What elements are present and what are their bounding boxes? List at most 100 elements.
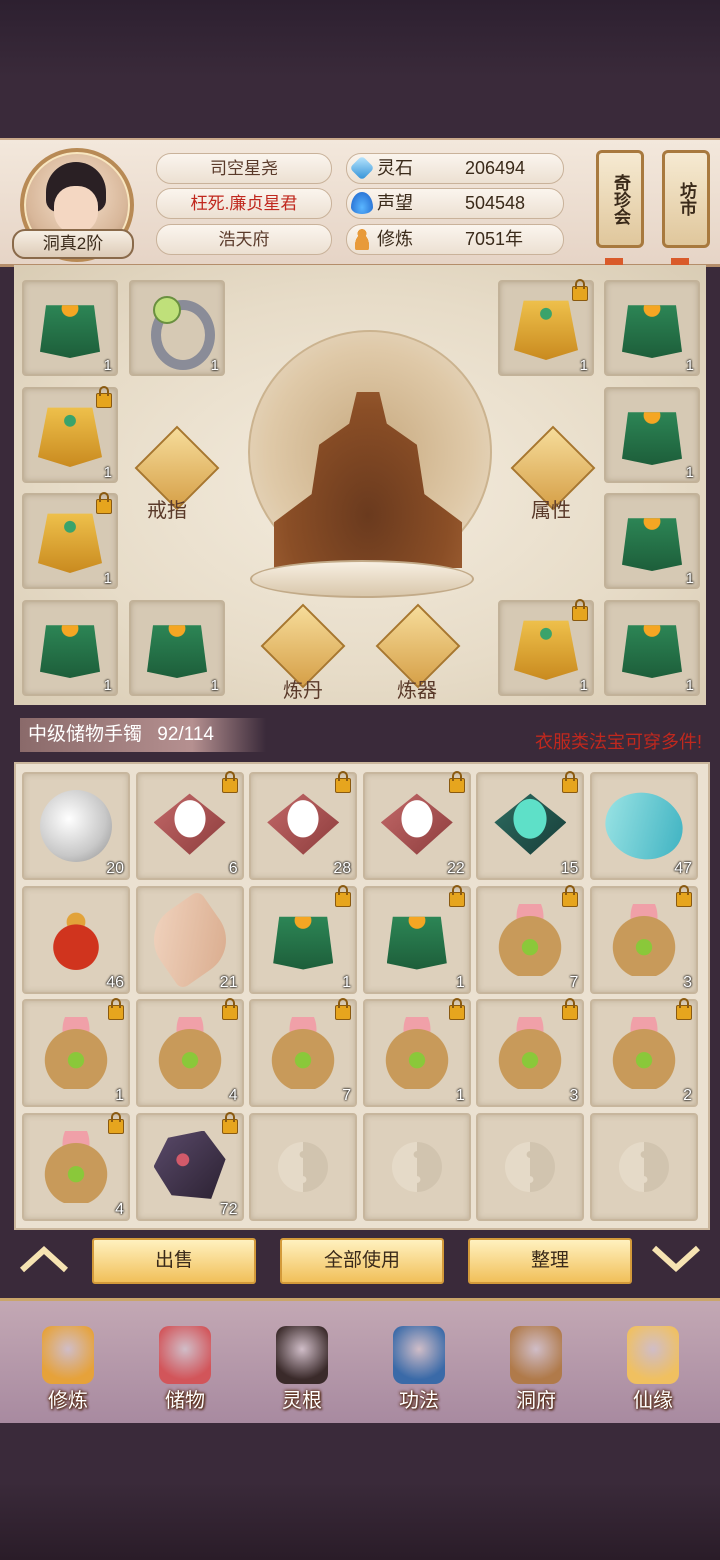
player-residence[interactable]: 浩天府: [156, 224, 332, 255]
item-quantity: 1: [210, 357, 219, 374]
bag-slot[interactable]: 15: [476, 771, 585, 880]
bag-slot[interactable]: 3: [476, 998, 585, 1107]
rice-pile-icon: [380, 793, 453, 855]
bag-slot[interactable]: 4: [135, 998, 244, 1107]
cultivate-icon: [42, 1326, 94, 1384]
item-quantity: 20: [106, 860, 124, 877]
bag-slot[interactable]: 7: [476, 884, 585, 994]
bag-slot[interactable]: 20: [22, 772, 130, 880]
nav-immortal-fate[interactable]: 仙缘: [605, 1320, 701, 1416]
bag-slot[interactable]: 22: [362, 771, 471, 880]
herb-sack-icon: [608, 903, 680, 976]
item-quantity: 21: [219, 973, 238, 991]
nav-storage-bag[interactable]: 储物: [137, 1320, 233, 1416]
bag-slot[interactable]: [362, 1112, 471, 1221]
bag-slot[interactable]: 4: [22, 1111, 130, 1221]
bag-slot[interactable]: 72: [135, 1111, 244, 1221]
item-quantity: 1: [685, 357, 694, 374]
nav-cultivate[interactable]: 修炼: [20, 1320, 116, 1416]
bag-slot[interactable]: 21: [135, 885, 244, 994]
item-quantity: 1: [342, 973, 352, 991]
equipment-slot[interactable]: 1: [22, 386, 118, 483]
player-honor[interactable]: 枉死.廉贞星君: [156, 188, 332, 219]
bag-slot[interactable]: 1: [249, 884, 358, 994]
herb-sack-icon: [608, 1017, 680, 1089]
bag-slot[interactable]: 6: [135, 771, 244, 880]
equipment-slot[interactable]: 1: [604, 600, 700, 696]
equipment-slot[interactable]: 1: [604, 493, 700, 589]
bag-slot[interactable]: 7: [249, 998, 358, 1107]
equipment-slot[interactable]: 1: [22, 280, 118, 376]
ring-label[interactable]: 戒指: [127, 494, 207, 523]
market-button[interactable]: 坊市: [662, 150, 710, 248]
item-quantity: 1: [455, 973, 465, 991]
nav-cave-dwelling[interactable]: 洞府: [488, 1320, 584, 1416]
stat-label: 灵石: [377, 158, 413, 178]
lock-icon: [96, 492, 112, 514]
bag-slot[interactable]: 46: [22, 885, 130, 994]
item-quantity: 28: [333, 860, 352, 877]
bag-slot[interactable]: 28: [249, 771, 358, 880]
lock-icon: [676, 884, 692, 907]
item-quantity: 1: [579, 677, 588, 694]
bag-slot[interactable]: 2: [590, 998, 698, 1107]
nav-label: 修炼: [48, 1390, 88, 1412]
scroll-up-icon[interactable]: [18, 1244, 70, 1274]
gold-robe-icon: [514, 620, 578, 680]
bag-slot[interactable]: 1: [362, 884, 471, 994]
lock-icon: [572, 599, 588, 621]
bag-slot[interactable]: 1: [22, 998, 130, 1107]
green-robe-icon: [273, 916, 334, 970]
equipment-slot[interactable]: 1: [129, 280, 225, 376]
bag-slot[interactable]: 3: [590, 884, 698, 994]
bag-slot[interactable]: [590, 1112, 698, 1221]
empty-slot-yinyang-icon: [278, 1141, 329, 1192]
lock-icon: [448, 771, 465, 793]
green-robe-icon: [40, 305, 100, 358]
bag-slot[interactable]: 47: [590, 772, 698, 880]
equipment-slot[interactable]: 1: [22, 492, 118, 589]
use-all-button[interactable]: 全部使用: [280, 1238, 444, 1284]
nav-technique-book[interactable]: 功法: [371, 1320, 467, 1416]
attribute-label[interactable]: 属性: [511, 494, 591, 523]
forge-label[interactable]: 炼器: [377, 674, 457, 703]
rice-pile-icon: [267, 793, 340, 855]
lock-icon: [562, 884, 579, 907]
bag-slot[interactable]: [249, 1112, 358, 1221]
sell-button[interactable]: 出售: [92, 1238, 256, 1284]
scroll-down-icon[interactable]: [650, 1244, 702, 1274]
nav-spirit-root[interactable]: 灵根: [254, 1320, 350, 1416]
equipment-slot[interactable]: 1: [22, 600, 118, 696]
equipment-slot[interactable]: 1: [129, 600, 225, 696]
item-quantity: 1: [103, 357, 112, 374]
item-quantity: 4: [228, 1087, 238, 1104]
treasure-shop-button[interactable]: 奇珍会: [596, 150, 644, 248]
stat-value: 7051年: [465, 229, 524, 249]
nav-label: 功法: [399, 1390, 439, 1412]
lock-icon: [221, 998, 238, 1020]
item-quantity: 7: [569, 973, 579, 991]
stat-spirit-stone: 灵石 206494: [346, 153, 564, 184]
technique-book-icon: [393, 1326, 445, 1384]
equipment-slot[interactable]: 1: [604, 280, 700, 376]
nav-label: 储物: [165, 1390, 205, 1412]
equipment-slot[interactable]: 1: [604, 387, 700, 483]
item-quantity: 1: [455, 1087, 465, 1104]
equipment-slot[interactable]: 1: [498, 599, 594, 696]
bag-slot[interactable]: [476, 1112, 585, 1221]
cave-dwelling-icon: [510, 1326, 562, 1384]
sort-button[interactable]: 整理: [468, 1238, 632, 1284]
bag-title-bar: 中级储物手镯 92/114: [20, 718, 266, 752]
item-quantity: 1: [685, 677, 694, 694]
equipment-slot[interactable]: 1: [498, 279, 594, 376]
item-quantity: 15: [560, 860, 579, 877]
lock-icon: [572, 279, 588, 301]
item-quantity: 1: [685, 464, 694, 481]
player-name: 司空星尧: [156, 153, 332, 184]
immortal-fate-icon: [627, 1326, 679, 1384]
rice-pile-icon: [153, 793, 226, 855]
bag-slot[interactable]: 1: [362, 998, 471, 1107]
item-quantity: 1: [579, 357, 588, 374]
alchemy-label[interactable]: 炼丹: [263, 674, 343, 703]
stat-cultivation: 修炼 7051年: [346, 224, 564, 255]
